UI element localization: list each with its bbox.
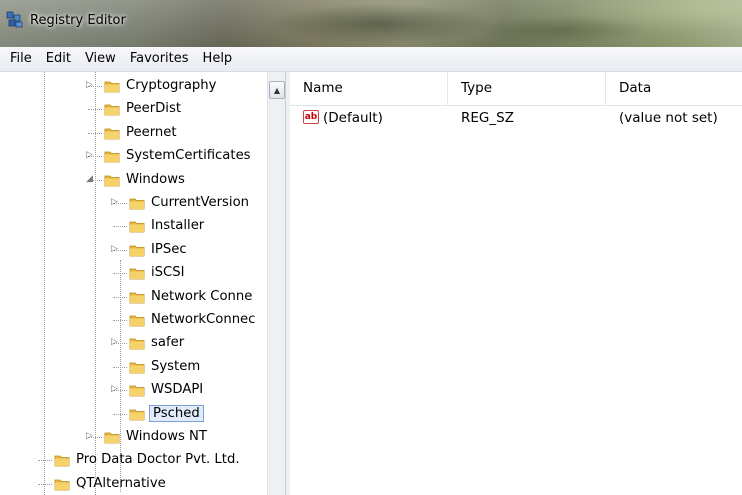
tree-item-label: NetworkConnec xyxy=(151,312,256,327)
tree-item[interactable]: Pro Data Doctor Pvt. Ltd. xyxy=(0,449,268,472)
folder-icon xyxy=(129,289,145,305)
tree-item[interactable]: ▷ WSDAPI xyxy=(0,379,268,402)
column-header-name[interactable]: Name xyxy=(290,72,448,105)
folder-icon xyxy=(129,406,145,422)
registry-tree[interactable]: ▷ Cryptography PeerDist Peernet ▷ SystemCerti… xyxy=(0,72,285,495)
scroll-up-button[interactable]: ▲ xyxy=(269,81,285,99)
value-type: REG_SZ xyxy=(461,110,514,126)
folder-icon xyxy=(129,335,145,351)
expand-arrow-icon[interactable]: ▷ xyxy=(86,151,95,160)
registry-editor-app-icon[interactable] xyxy=(5,9,25,29)
tree-item-label: Cryptography xyxy=(126,78,217,93)
tree-item[interactable]: iSCSI xyxy=(0,262,268,285)
folder-icon xyxy=(104,78,120,94)
tree-item[interactable]: ▷ CurrentVersion xyxy=(0,192,268,215)
string-value-icon: ab xyxy=(303,110,319,124)
folder-icon xyxy=(129,382,145,398)
folder-icon xyxy=(54,452,70,468)
tree-item-label: IPSec xyxy=(151,241,187,257)
tree-item[interactable]: System xyxy=(0,356,268,379)
folder-icon xyxy=(104,429,120,445)
expand-arrow-icon[interactable]: ▷ xyxy=(111,385,120,394)
expand-arrow-icon[interactable]: ▷ xyxy=(86,81,95,90)
tree-item-label: SystemCertificates xyxy=(126,148,251,164)
tree-item[interactable]: ▷ safer xyxy=(0,332,268,355)
tree-item-label: CurrentVersion xyxy=(151,195,250,210)
value-row[interactable]: ab (Default) REG_SZ (value not set) xyxy=(290,106,742,130)
tree-item-label: safer xyxy=(151,335,185,351)
tree-item[interactable]: Peernet xyxy=(0,122,268,145)
folder-icon xyxy=(129,265,145,281)
tree-vertical-scrollbar[interactable]: ▲ xyxy=(267,72,285,495)
tree-item-label: System xyxy=(151,358,201,374)
folder-icon xyxy=(129,312,145,328)
folder-icon xyxy=(129,218,145,234)
tree-item-label: Network Conne xyxy=(151,288,253,304)
tree-item[interactable]: ▷ Windows NT xyxy=(0,426,268,449)
expand-arrow-icon[interactable]: ▷ xyxy=(111,244,120,254)
column-header-data[interactable]: Data xyxy=(606,72,742,105)
tree-item[interactable]: Installer xyxy=(0,215,268,238)
tree-item-label: Windows NT xyxy=(126,429,207,444)
folder-icon xyxy=(129,359,145,375)
tree-item-label: Peernet xyxy=(126,124,177,140)
tree-item-label: QTAlternative xyxy=(76,475,166,491)
value-name: (Default) xyxy=(323,110,383,126)
tree-item-label: WSDAPI xyxy=(151,382,204,398)
tree-item[interactable]: ◢ Windows xyxy=(0,169,268,192)
expand-arrow-icon[interactable]: ▷ xyxy=(111,338,120,347)
collapse-arrow-icon[interactable]: ◢ xyxy=(86,174,95,184)
list-header: Name Type Data xyxy=(290,72,742,106)
tree-item[interactable]: PeerDist xyxy=(0,98,268,121)
folder-icon xyxy=(104,125,120,141)
tree-item-label: PeerDist xyxy=(126,101,181,117)
title-bar[interactable]: Registry Editor xyxy=(0,0,742,47)
folder-icon xyxy=(104,101,120,117)
tree-item[interactable]: QTAlternative xyxy=(0,473,268,495)
expand-arrow-icon[interactable]: ▷ xyxy=(86,432,95,441)
tree-item[interactable]: NetworkConnec xyxy=(0,309,268,332)
menu-view[interactable]: View xyxy=(78,48,123,70)
column-header-type[interactable]: Type xyxy=(448,72,606,105)
menu-favorites[interactable]: Favorites xyxy=(123,48,196,70)
tree-item-label: iSCSI xyxy=(151,265,185,281)
menu-bar: File Edit View Favorites Help xyxy=(0,47,742,72)
menu-edit[interactable]: Edit xyxy=(39,48,78,70)
folder-icon xyxy=(104,172,120,188)
window-title: Registry Editor xyxy=(30,13,126,28)
tree-item[interactable]: ▷ Cryptography xyxy=(0,75,268,98)
folder-icon xyxy=(129,242,145,258)
tree-item-label: Windows xyxy=(126,171,185,187)
menu-file[interactable]: File xyxy=(0,48,39,70)
folder-icon xyxy=(129,195,145,211)
folder-icon xyxy=(104,148,120,164)
tree-item[interactable]: ▷ SystemCertificates xyxy=(0,145,268,168)
value-data: (value not set) xyxy=(619,110,718,126)
tree-item-label: Installer xyxy=(151,218,205,234)
menu-help[interactable]: Help xyxy=(196,48,240,70)
tree-item[interactable]: Network Conne xyxy=(0,286,268,309)
tree-item-label: Pro Data Doctor Pvt. Ltd. xyxy=(76,452,240,468)
expand-arrow-icon[interactable]: ▷ xyxy=(111,198,120,207)
folder-icon xyxy=(54,476,70,492)
tree-item[interactable]: Psched xyxy=(0,403,268,426)
values-list[interactable]: Name Type Data ab (Default) REG_SZ (valu… xyxy=(290,72,742,495)
tree-item[interactable]: ▷ IPSec xyxy=(0,239,268,262)
tree-item-label: Psched xyxy=(149,404,204,422)
